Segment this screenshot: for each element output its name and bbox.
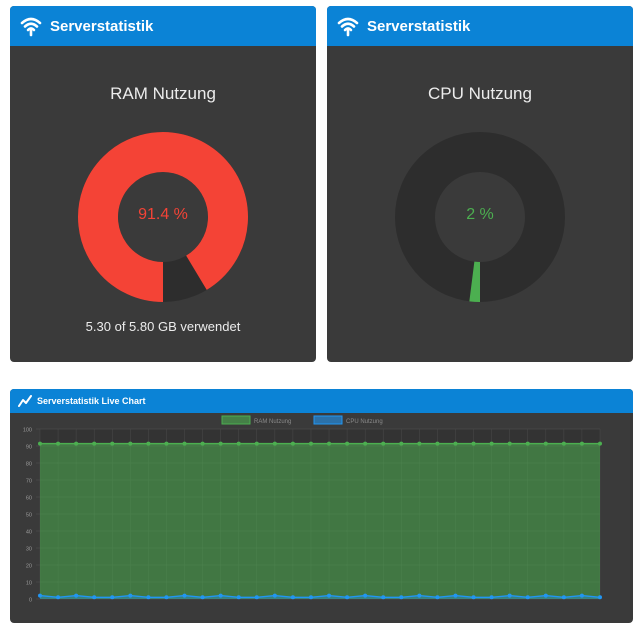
- data-point-ram: [598, 441, 602, 446]
- data-point-ram: [92, 441, 97, 446]
- cpu-gauge-fill: [469, 261, 481, 302]
- ram-gauge-value: 91.4 %: [138, 206, 188, 223]
- legend-label-cpu: CPU Nutzung: [346, 419, 383, 425]
- chart-panel-header-title: Serverstatistik Live Chart: [37, 396, 146, 406]
- data-point-cpu: [579, 593, 584, 598]
- data-point-ram: [308, 441, 313, 446]
- data-point-ram: [363, 441, 368, 446]
- data-point-cpu: [164, 595, 169, 600]
- ram-usage-panel: Serverstatistik RAM Nutzung 91.4 % 5.30 …: [10, 6, 316, 362]
- data-point-cpu: [290, 595, 295, 600]
- data-point-ram: [218, 441, 223, 446]
- y-tick-label: 60: [26, 496, 32, 502]
- ram-usage-footer: 5.30 of 5.80 GB verwendet: [85, 319, 241, 334]
- y-tick-label: 0: [29, 598, 32, 604]
- cpu-doughnut-gauge: [395, 132, 565, 302]
- data-point-ram: [327, 441, 332, 446]
- legend-label-ram: RAM Nutzung: [254, 419, 291, 425]
- data-point-ram: [417, 441, 422, 446]
- data-point-cpu: [363, 593, 368, 598]
- data-point-cpu: [489, 595, 494, 600]
- data-point-cpu: [525, 595, 530, 600]
- y-tick-label: 40: [26, 530, 32, 536]
- data-point-ram: [345, 441, 350, 446]
- data-point-cpu: [471, 595, 476, 600]
- y-tick-label: 70: [26, 479, 32, 485]
- data-point-ram: [579, 441, 584, 446]
- data-point-ram: [453, 441, 458, 446]
- data-point-cpu: [561, 595, 566, 600]
- chart-panel-header: Serverstatistik Live Chart: [10, 389, 633, 413]
- data-point-ram: [146, 441, 151, 446]
- data-point-cpu: [110, 595, 115, 600]
- y-tick-label: 80: [26, 462, 32, 468]
- data-point-cpu: [327, 593, 332, 598]
- data-point-ram: [56, 441, 61, 446]
- data-point-ram: [182, 441, 187, 446]
- data-point-ram: [164, 441, 169, 446]
- data-point-cpu: [56, 595, 61, 600]
- data-point-cpu: [507, 593, 512, 598]
- cpu-gauge-value: 2 %: [466, 206, 494, 223]
- data-point-cpu: [146, 595, 151, 600]
- data-point-cpu: [218, 593, 223, 598]
- data-point-cpu: [598, 595, 602, 600]
- y-tick-label: 30: [26, 547, 32, 553]
- y-tick-label: 50: [26, 513, 32, 519]
- data-point-ram: [525, 441, 530, 446]
- data-point-ram: [399, 441, 404, 446]
- data-point-cpu: [272, 593, 277, 598]
- data-point-cpu: [308, 595, 313, 600]
- legend-swatch-cpu: [313, 415, 343, 425]
- live-chart-panel: Serverstatistik Live Chart 0 10 20 30 40 50 60…: [10, 389, 633, 623]
- data-point-ram: [236, 441, 241, 446]
- data-point-ram: [74, 441, 79, 446]
- data-point-cpu: [435, 595, 440, 600]
- data-point-cpu: [543, 593, 548, 598]
- data-point-cpu: [381, 595, 386, 600]
- data-point-ram: [200, 441, 205, 446]
- series-area-ram: [40, 443, 600, 599]
- cpu-usage-panel: Serverstatistik CPU Nutzung 2 %: [327, 6, 633, 362]
- data-point-ram: [561, 441, 566, 446]
- y-tick-label: 100: [23, 428, 32, 434]
- data-point-cpu: [254, 595, 259, 600]
- ram-doughnut-gauge: [78, 132, 248, 302]
- data-point-ram: [272, 441, 277, 446]
- data-point-cpu: [92, 595, 97, 600]
- y-tick-label: 90: [26, 445, 32, 451]
- data-point-ram: [110, 441, 115, 446]
- data-point-cpu: [236, 595, 241, 600]
- data-point-ram: [543, 441, 548, 446]
- data-point-cpu: [345, 595, 350, 600]
- data-point-cpu: [200, 595, 205, 600]
- data-point-ram: [471, 441, 476, 446]
- data-point-cpu: [453, 593, 458, 598]
- data-point-cpu: [38, 593, 42, 598]
- data-point-cpu: [182, 593, 187, 598]
- data-point-ram: [435, 441, 440, 446]
- data-point-cpu: [399, 595, 404, 600]
- data-point-ram: [38, 441, 42, 446]
- y-tick-label: 20: [26, 564, 32, 570]
- data-point-cpu: [417, 593, 422, 598]
- data-point-ram: [290, 441, 295, 446]
- data-point-cpu: [74, 593, 79, 598]
- data-point-ram: [507, 441, 512, 446]
- data-point-ram: [489, 441, 494, 446]
- live-area-chart: 0 10 20 30 40 50 60 70 80 90 100 RAM Nutzung CPU Nut…: [23, 415, 602, 604]
- y-tick-label: 10: [26, 581, 32, 587]
- data-point-ram: [128, 441, 133, 446]
- line-chart-icon: [18, 394, 32, 408]
- legend-swatch-ram: [221, 415, 251, 425]
- data-point-ram: [254, 441, 259, 446]
- data-point-ram: [381, 441, 386, 446]
- data-point-cpu: [128, 593, 133, 598]
